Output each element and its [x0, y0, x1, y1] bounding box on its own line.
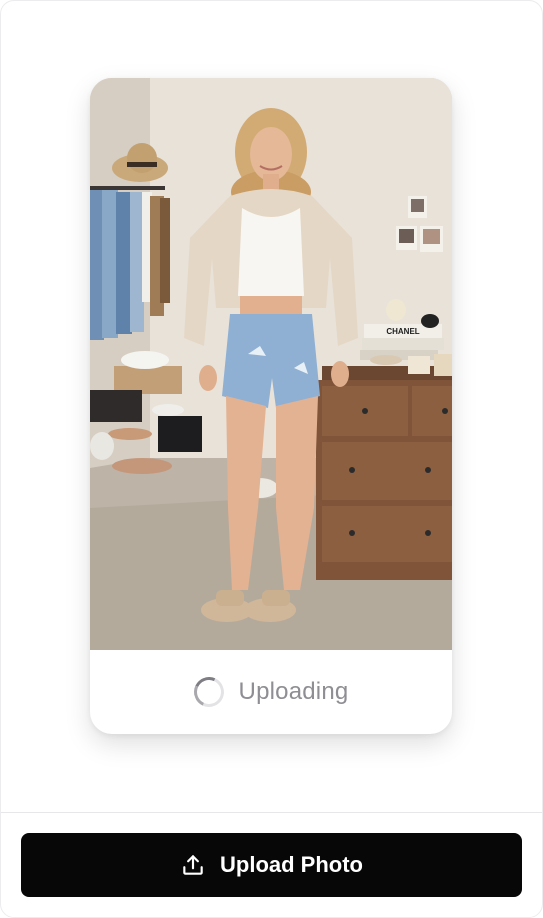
- upload-icon: [183, 855, 203, 875]
- upload-photo-label: Upload Photo: [220, 852, 363, 877]
- uploaded-photo: CHANEL: [90, 78, 452, 650]
- upload-photo-button[interactable]: Upload Photo: [21, 833, 522, 897]
- upload-screen: CHANEL Uploading Upload Photo: [0, 0, 543, 918]
- photo-preview-card: CHANEL Uploading: [90, 78, 452, 734]
- content-area: CHANEL Uploading: [0, 0, 543, 812]
- upload-status: Uploading: [90, 650, 452, 734]
- chanel-book-title: CHANEL: [386, 327, 419, 336]
- footer-divider: [0, 812, 543, 813]
- loading-spinner-icon: [189, 672, 228, 712]
- upload-status-text: Uploading: [238, 678, 349, 705]
